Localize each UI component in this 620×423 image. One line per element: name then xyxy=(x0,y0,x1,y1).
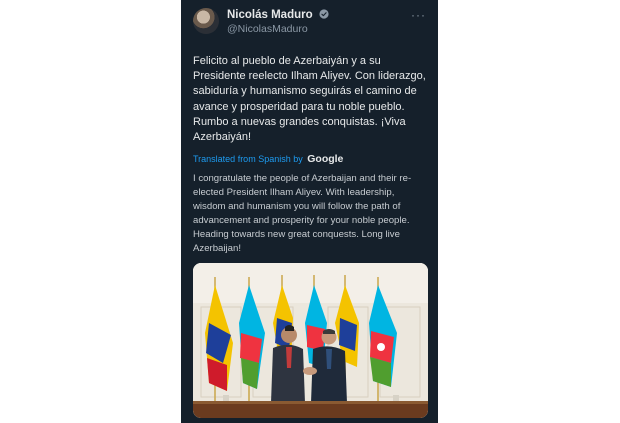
verified-badge-icon xyxy=(319,9,329,19)
tweet-line: Felicito al pueblo de Azerbaiyán y a su xyxy=(193,55,381,67)
handshake-photo xyxy=(193,263,428,418)
translated-text: I congratulate the people of Azerbaijan … xyxy=(193,172,429,256)
translation-line: elected President Ilham Aliyev. With lea… xyxy=(193,187,395,198)
tweet-photo[interactable] xyxy=(193,263,428,418)
tweet-line: Presidente reelecto Ilham Aliyev. Con li… xyxy=(193,70,426,83)
tweet-text: Felicito al pueblo de Azerbaiyán y a su … xyxy=(193,54,429,145)
translation-line: wisdom and humanism you will follow the … xyxy=(193,201,401,212)
translation-attribution[interactable]: Translated from Spanish by Google xyxy=(193,153,343,165)
translation-line: advancement and prosperity for your nobl… xyxy=(193,215,410,226)
tweet-card: Nicolás Maduro @NicolasMaduro ··· Felici… xyxy=(181,0,438,423)
more-options-icon[interactable]: ··· xyxy=(411,8,426,22)
translation-line: Azerbaijan! xyxy=(193,243,241,254)
avatar[interactable] xyxy=(193,8,219,34)
tweet-line: Azerbaiyán! xyxy=(193,131,252,144)
google-logo: Google xyxy=(307,153,344,165)
author-handle[interactable]: @NicolasMaduro xyxy=(227,23,308,35)
author-name[interactable]: Nicolás Maduro xyxy=(227,9,313,21)
translation-line: I congratulate the people of Azerbaijan … xyxy=(193,173,412,184)
tweet-line: avance y prosperidad para tu noble puebl… xyxy=(193,100,405,113)
translation-line: Heading towards new great conquests. Lon… xyxy=(193,229,400,240)
tweet-line: sabiduría y humanismo seguirás el camino… xyxy=(193,85,417,98)
translation-label[interactable]: Translated from Spanish by xyxy=(193,154,303,164)
tweet-header: Nicolás Maduro @NicolasMaduro ··· xyxy=(193,6,428,36)
author-name-row[interactable]: Nicolás Maduro xyxy=(227,9,329,21)
tweet-line: Rumbo a nuevas grandes conquistas. ¡Viva xyxy=(193,115,406,128)
